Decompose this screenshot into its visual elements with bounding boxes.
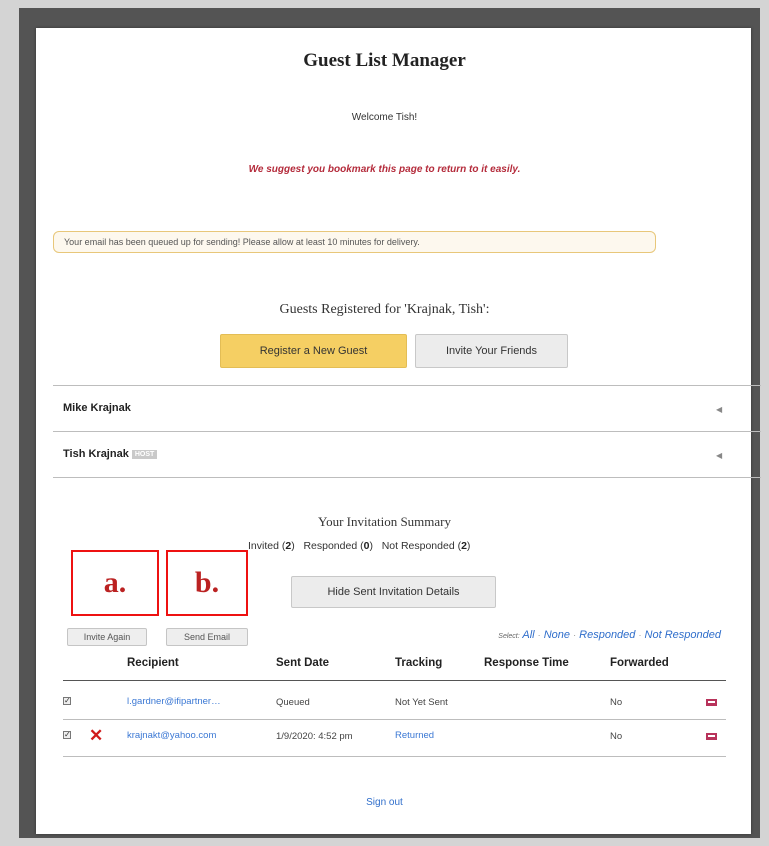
column-header-forwarded: Forwarded xyxy=(610,657,669,669)
guest-row-tish[interactable]: Tish Krajnak HOST xyxy=(63,448,158,460)
responded-label: Responded xyxy=(303,540,358,552)
bookmark-hint: We suggest you bookmark this page to ret… xyxy=(248,164,521,175)
annotation-b: b. xyxy=(166,550,248,616)
flag-icon[interactable] xyxy=(706,699,717,706)
select-none-link[interactable]: None xyxy=(544,629,570,641)
select-responded-link[interactable]: Responded xyxy=(579,629,635,641)
sign-out-link[interactable]: Sign out xyxy=(0,797,769,808)
select-filter: Select: All · None · Responded · Not Res… xyxy=(498,629,721,641)
host-badge: HOST xyxy=(131,449,158,459)
column-header-tracking: Tracking xyxy=(395,657,443,669)
invite-friends-button[interactable]: Invite Your Friends xyxy=(415,334,568,368)
column-header-response-time: Response Time xyxy=(484,657,569,669)
divider xyxy=(53,477,761,478)
page-title: Guest List Manager xyxy=(303,50,466,71)
select-not-responded-link[interactable]: Not Responded xyxy=(645,629,721,641)
annotation-a: a. xyxy=(71,550,159,616)
hide-sent-details-button[interactable]: Hide Sent Invitation Details xyxy=(291,576,496,608)
divider xyxy=(53,431,761,432)
responded-count: 0 xyxy=(363,540,370,552)
guest-row-mike[interactable]: Mike Krajnak xyxy=(63,402,131,414)
row-checkbox[interactable]: ✓ xyxy=(63,731,71,739)
row-divider xyxy=(63,719,726,720)
send-email-button[interactable]: Send Email xyxy=(166,628,248,646)
expand-caret-icon[interactable]: ◀ xyxy=(716,405,722,414)
tracking-cell: Not Yet Sent xyxy=(395,697,448,708)
guest-name: Mike Krajnak xyxy=(63,402,131,414)
invitation-stats: Invited (2) Responded (0) Not Responded … xyxy=(248,540,471,552)
invited-label: Invited xyxy=(248,540,279,552)
welcome-message: Welcome Tish! xyxy=(351,112,418,123)
expand-caret-icon[interactable]: ◀ xyxy=(716,451,722,460)
row-divider xyxy=(63,756,726,757)
table-header-divider xyxy=(63,680,726,681)
forwarded-cell: No xyxy=(610,731,623,742)
row-checkbox[interactable]: ✓ xyxy=(63,697,71,705)
not-responded-count: 2 xyxy=(461,540,467,552)
forwarded-cell: No xyxy=(610,697,623,708)
register-guest-button[interactable]: Register a New Guest xyxy=(220,334,407,368)
recipient-email-link[interactable]: krajnakt@yahoo.com xyxy=(127,730,216,741)
recipient-email-link[interactable]: l.gardner@ifipartner… xyxy=(127,696,221,707)
sent-date-cell: 1/9/2020: 4:52 pm xyxy=(276,731,353,742)
not-responded-label: Not Responded xyxy=(381,540,455,552)
email-queued-notice: Your email has been queued up for sendin… xyxy=(53,231,656,253)
select-label: Select: xyxy=(498,633,520,640)
tracking-status-link[interactable]: Returned xyxy=(395,730,434,741)
invited-count: 2 xyxy=(285,540,292,552)
divider xyxy=(53,385,761,386)
column-header-recipient: Recipient xyxy=(127,657,179,669)
select-all-link[interactable]: All xyxy=(522,629,534,641)
guests-section-title: Guests Registered for 'Krajnak, Tish': xyxy=(279,302,490,317)
guest-name: Tish Krajnak xyxy=(63,448,129,460)
sent-date-cell: Queued xyxy=(276,697,310,708)
flag-icon[interactable] xyxy=(706,733,717,740)
invitation-summary-title: Your Invitation Summary xyxy=(317,514,451,529)
invite-again-button[interactable]: Invite Again xyxy=(67,628,147,646)
column-header-sent-date: Sent Date xyxy=(276,657,330,669)
error-x-icon: ✕ xyxy=(89,726,104,745)
